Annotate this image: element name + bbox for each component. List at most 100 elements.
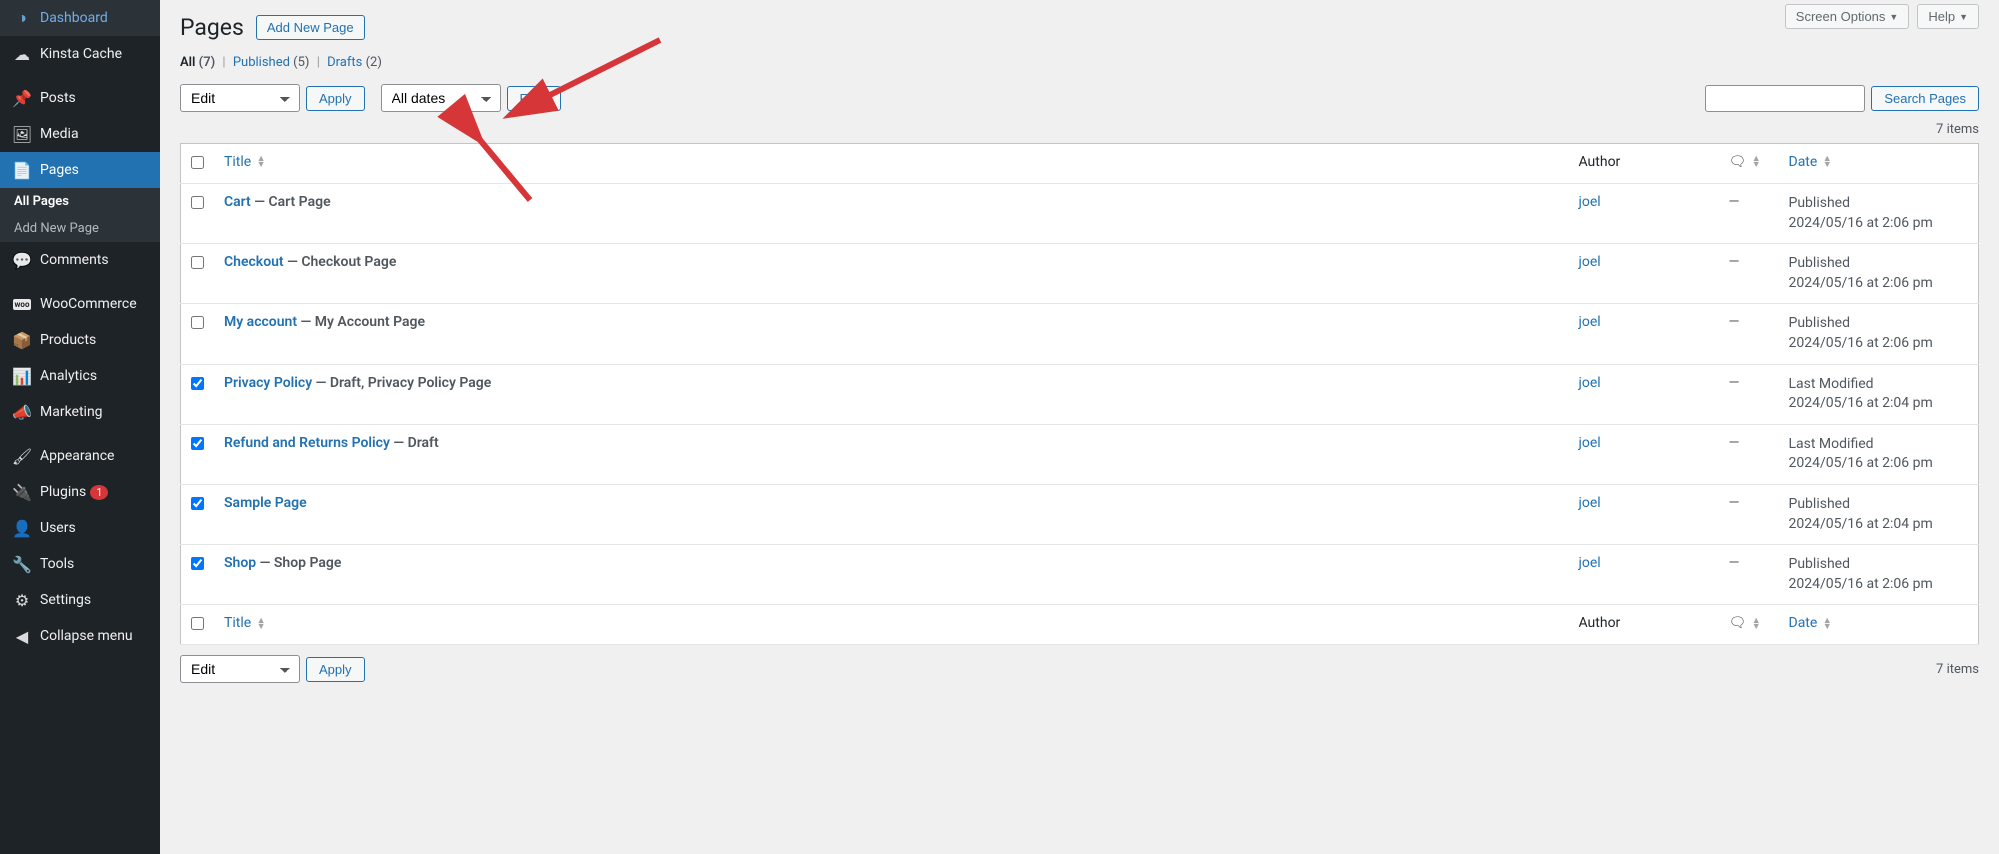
filter-button[interactable]: Filter bbox=[507, 86, 562, 111]
post-state: — Draft, Privacy Policy Page bbox=[312, 375, 491, 391]
select-all-top[interactable] bbox=[191, 156, 204, 169]
sort-icon: ▲▼ bbox=[1823, 618, 1832, 630]
sort-icon: ▲▼ bbox=[257, 156, 266, 168]
sidebar-item-appearance[interactable]: 🖌Appearance bbox=[0, 438, 160, 474]
table-row: Checkout — Checkout Pagejoel—Published20… bbox=[181, 244, 1979, 304]
update-badge: 1 bbox=[90, 485, 108, 500]
page-title-link[interactable]: Sample Page bbox=[224, 495, 307, 511]
author-link[interactable]: joel bbox=[1579, 375, 1601, 391]
search-pages-button[interactable]: Search Pages bbox=[1871, 86, 1979, 111]
table-row: My account — My Account Pagejoel—Publish… bbox=[181, 304, 1979, 364]
sidebar-item-collapse-menu[interactable]: ◀Collapse menu bbox=[0, 618, 160, 654]
page-title-link[interactable]: Checkout bbox=[224, 254, 284, 270]
row-checkbox[interactable] bbox=[191, 437, 204, 450]
chevron-down-icon: ▼ bbox=[1889, 12, 1898, 22]
author-link[interactable]: joel bbox=[1579, 495, 1601, 511]
sort-date-bottom[interactable]: Date ▲▼ bbox=[1789, 615, 1832, 631]
column-comments-bottom[interactable]: 🗨 ▲▼ bbox=[1719, 605, 1779, 645]
post-state: — My Account Page bbox=[297, 314, 425, 330]
filter-all[interactable]: All (7) bbox=[180, 55, 215, 70]
filter-published[interactable]: Published (5) bbox=[233, 55, 310, 70]
sidebar-item-label: Comments bbox=[40, 252, 109, 268]
marketing-icon: 📣 bbox=[12, 402, 32, 422]
analytics-icon: 📊 bbox=[12, 366, 32, 386]
author-link[interactable]: joel bbox=[1579, 194, 1601, 210]
table-row: Shop — Shop Pagejoel—Published2024/05/16… bbox=[181, 545, 1979, 605]
bulk-action-select-bottom[interactable]: Edit bbox=[180, 655, 300, 683]
search-input[interactable] bbox=[1705, 85, 1865, 112]
sidebar-item-plugins[interactable]: 🔌 Plugins 1 bbox=[0, 474, 160, 510]
date-cell: Last Modified2024/05/16 at 2:06 pm bbox=[1779, 424, 1979, 484]
sidebar-item-settings[interactable]: ⚙Settings bbox=[0, 582, 160, 618]
date-filter-select[interactable]: All dates bbox=[381, 84, 501, 112]
comment-icon: 🗨 bbox=[1729, 615, 1747, 631]
column-comments[interactable]: 🗨 ▲▼ bbox=[1719, 144, 1779, 184]
filter-drafts[interactable]: Drafts (2) bbox=[327, 55, 382, 70]
author-link[interactable]: joel bbox=[1579, 435, 1601, 451]
select-all-bottom[interactable] bbox=[191, 617, 204, 630]
sidebar-item-pages[interactable]: 📄Pages bbox=[0, 152, 160, 188]
sidebar-item-kinsta-cache[interactable]: ☁Kinsta Cache bbox=[0, 36, 160, 72]
page-title-link[interactable]: Shop bbox=[224, 555, 256, 571]
post-state: — Shop Page bbox=[256, 555, 341, 571]
table-row: Sample Pagejoel—Published2024/05/16 at 2… bbox=[181, 484, 1979, 544]
sidebar-item-tools[interactable]: 🔧Tools bbox=[0, 546, 160, 582]
row-checkbox[interactable] bbox=[191, 196, 204, 209]
add-new-page-button[interactable]: Add New Page bbox=[256, 15, 365, 40]
sidebar-item-comments[interactable]: 💬Comments bbox=[0, 242, 160, 278]
row-checkbox[interactable] bbox=[191, 497, 204, 510]
sort-title-bottom[interactable]: Title ▲▼ bbox=[224, 615, 266, 631]
submenu-all-pages[interactable]: All Pages bbox=[0, 188, 160, 215]
sidebar-item-label: Plugins bbox=[40, 484, 86, 500]
table-row: Refund and Returns Policy — Draftjoel—La… bbox=[181, 424, 1979, 484]
plugins-icon: 🔌 bbox=[12, 482, 32, 502]
author-link[interactable]: joel bbox=[1579, 314, 1601, 330]
sidebar-item-posts[interactable]: 📌Posts bbox=[0, 80, 160, 116]
help-button[interactable]: Help▼ bbox=[1917, 4, 1979, 29]
post-state: — Draft bbox=[390, 435, 439, 451]
comment-count: — bbox=[1719, 244, 1779, 304]
page-title-link[interactable]: Refund and Returns Policy bbox=[224, 435, 390, 451]
sidebar-item-dashboard[interactable]: ◑Dashboard bbox=[0, 0, 160, 36]
users-icon: 👤 bbox=[12, 518, 32, 538]
sidebar-item-label: WooCommerce bbox=[40, 296, 137, 312]
bulk-action-select[interactable]: Edit bbox=[180, 84, 300, 112]
date-cell: Published2024/05/16 at 2:06 pm bbox=[1779, 184, 1979, 244]
sidebar-item-marketing[interactable]: 📣Marketing bbox=[0, 394, 160, 430]
bulk-apply-button-bottom[interactable]: Apply bbox=[306, 657, 365, 682]
row-checkbox[interactable] bbox=[191, 256, 204, 269]
sidebar-item-analytics[interactable]: 📊Analytics bbox=[0, 358, 160, 394]
page-title-link[interactable]: My account bbox=[224, 314, 297, 330]
page-title-link[interactable]: Cart bbox=[224, 194, 251, 210]
column-author: Author bbox=[1569, 144, 1719, 184]
sort-title[interactable]: Title ▲▼ bbox=[224, 154, 266, 170]
row-checkbox[interactable] bbox=[191, 377, 204, 390]
comment-count: — bbox=[1719, 545, 1779, 605]
comment-count: — bbox=[1719, 184, 1779, 244]
sidebar-item-label: Pages bbox=[40, 162, 79, 178]
page-title-link[interactable]: Privacy Policy bbox=[224, 375, 312, 391]
author-link[interactable]: joel bbox=[1579, 254, 1601, 270]
author-link[interactable]: joel bbox=[1579, 555, 1601, 571]
submenu-add-new-page[interactable]: Add New Page bbox=[0, 215, 160, 242]
item-count-bottom: 7 items bbox=[1936, 662, 1979, 677]
sidebar-item-users[interactable]: 👤 Users bbox=[0, 510, 160, 546]
sidebar-item-label: Users bbox=[40, 520, 76, 536]
bulk-apply-button[interactable]: Apply bbox=[306, 86, 365, 111]
sidebar-item-media[interactable]: 🖼Media bbox=[0, 116, 160, 152]
row-checkbox[interactable] bbox=[191, 557, 204, 570]
sidebar-item-products[interactable]: 📦Products bbox=[0, 322, 160, 358]
sort-icon: ▲▼ bbox=[1823, 156, 1832, 168]
main-content: Screen Options▼ Help▼ Pages Add New Page… bbox=[160, 0, 1999, 854]
comment-count: — bbox=[1719, 484, 1779, 544]
sidebar-item-woocommerce[interactable]: wooWooCommerce bbox=[0, 286, 160, 322]
sort-date[interactable]: Date ▲▼ bbox=[1789, 154, 1832, 170]
row-checkbox[interactable] bbox=[191, 316, 204, 329]
item-count-top: 7 items bbox=[180, 122, 1979, 137]
screen-options-button[interactable]: Screen Options▼ bbox=[1785, 4, 1910, 29]
posts-icon: 📌 bbox=[12, 88, 32, 108]
sidebar-item-label: Collapse menu bbox=[40, 628, 133, 644]
page-title: Pages bbox=[180, 14, 244, 41]
sidebar-item-label: Kinsta Cache bbox=[40, 46, 122, 62]
sort-icon: ▲▼ bbox=[1752, 156, 1761, 168]
